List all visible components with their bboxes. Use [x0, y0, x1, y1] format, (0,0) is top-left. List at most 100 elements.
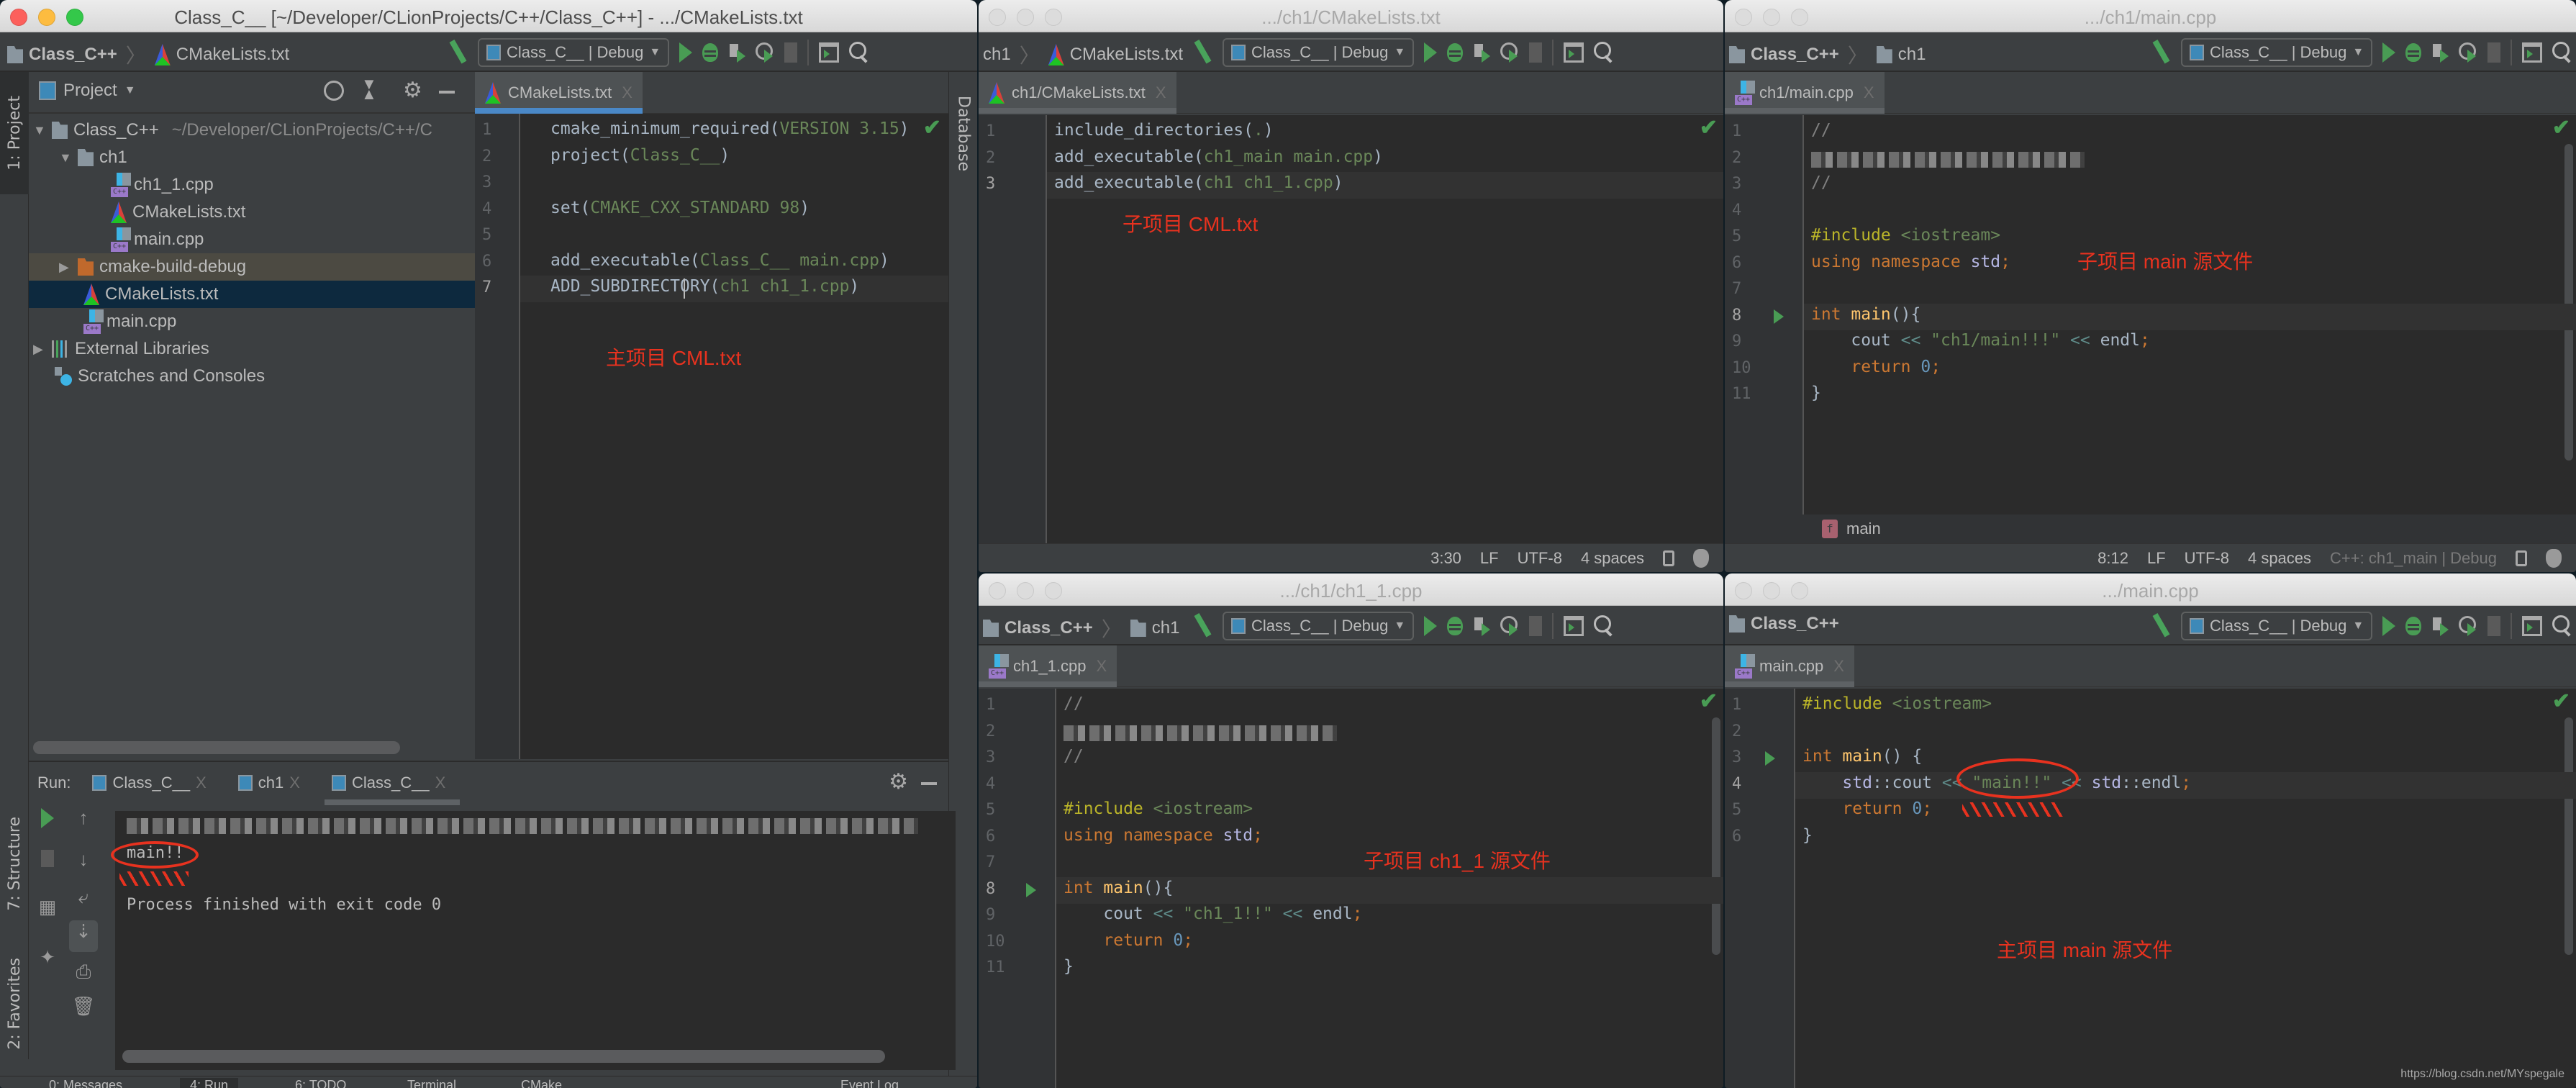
search-icon[interactable]	[2552, 615, 2571, 637]
run-gutter-icon[interactable]	[1026, 882, 1036, 897]
profile-icon[interactable]	[756, 42, 774, 63]
run-gutter-icon[interactable]	[1765, 751, 1775, 766]
gear-icon[interactable]: ⚙	[889, 769, 908, 794]
code-editor[interactable]: ✔ 1 // 2 3 // 4 5 #include <iostream> 6 using name…	[979, 689, 1723, 1088]
close-tab-icon[interactable]: X	[1864, 83, 1874, 102]
stop-icon[interactable]	[1529, 616, 1543, 636]
hide-panel-icon[interactable]	[921, 782, 937, 785]
run-with-coverage-icon[interactable]	[2431, 42, 2449, 63]
debug-bug-icon[interactable]	[2405, 617, 2422, 635]
profile-icon[interactable]	[2459, 42, 2477, 63]
inspector-hat-icon[interactable]	[1693, 548, 1709, 568]
file-encoding[interactable]: UTF-8	[1518, 549, 1562, 568]
tree-item-ch1[interactable]: ▼ ch1	[29, 144, 475, 171]
resolve-context[interactable]: C++: ch1_main | Debug	[2330, 549, 2497, 568]
tree-item-ch1-cmakelists[interactable]: CMakeLists.txt	[29, 199, 475, 226]
caret-position[interactable]: 8:12	[2097, 549, 2128, 568]
search-icon[interactable]	[1594, 615, 1613, 637]
run-config-dropdown[interactable]: Class_C__ | Debug ▼	[2181, 612, 2373, 640]
expand-arrow-icon[interactable]: ▼	[33, 123, 46, 138]
scroll-to-end-icon[interactable]: ⇣	[69, 920, 98, 952]
close-tab-icon[interactable]: X	[1833, 657, 1844, 676]
breadcrumb-item[interactable]: ch1	[1898, 45, 1926, 65]
collapse-all-icon[interactable]: ▼ ▲	[361, 76, 377, 102]
stop-icon[interactable]	[2487, 42, 2501, 63]
file-encoding[interactable]: UTF-8	[2185, 549, 2229, 568]
rerun-icon[interactable]	[33, 808, 62, 828]
close-tab-icon[interactable]: X	[435, 774, 446, 792]
breadcrumb-file[interactable]: CMakeLists.txt	[176, 45, 289, 65]
code-editor[interactable]: ✔ 1 include_directories(.) 2 add_executable(…	[979, 115, 1723, 543]
profile-icon[interactable]	[2459, 616, 2477, 636]
run-with-coverage-icon[interactable]	[2431, 616, 2449, 636]
tree-item-ch1-main-cpp[interactable]: main.cpp	[29, 226, 475, 253]
run-icon[interactable]	[1424, 616, 1438, 636]
pin-tab-icon[interactable]: ✦	[33, 946, 62, 969]
tree-item-cmakelists[interactable]: CMakeLists.txt	[29, 281, 475, 308]
run-config-dropdown[interactable]: Class_C__ | Debug ▼	[2181, 38, 2373, 67]
profile-icon[interactable]	[1500, 616, 1519, 636]
run-config-dropdown[interactable]: Class_C__ | Debug ▼	[1223, 612, 1415, 640]
tree-item-main-cpp[interactable]: main.cpp	[29, 308, 475, 335]
tool-tab-favorites[interactable]: 2: Favorites	[0, 943, 29, 1065]
run-icon[interactable]	[1424, 42, 1438, 63]
run-tab-active[interactable]: Class_C__ X	[324, 774, 461, 805]
breadcrumb-item[interactable]: Class_C++	[1004, 618, 1093, 638]
close-tab-icon[interactable]: X	[1097, 657, 1107, 676]
editor-tab[interactable]: ch1/main.cppX	[1725, 72, 1885, 114]
run-icon[interactable]	[679, 42, 693, 63]
line-separator[interactable]: LF	[2147, 549, 2166, 568]
terminal-icon[interactable]	[1564, 42, 1584, 63]
breadcrumb-item[interactable]: ch1	[1152, 618, 1180, 638]
gear-icon[interactable]: ⚙	[403, 78, 422, 103]
close-tab-icon[interactable]: X	[622, 83, 632, 102]
code-editor[interactable]: ✔ 1 #include <iostream> 2 3 int main() {4 std…	[1725, 689, 2576, 1088]
close-tab-icon[interactable]: X	[1156, 83, 1166, 102]
expand-arrow-icon[interactable]: ▶	[59, 260, 72, 275]
hide-panel-icon[interactable]	[439, 91, 455, 94]
project-view-selector[interactable]: Project ▼	[39, 81, 136, 101]
tool-window-event-log[interactable]: Event Log	[840, 1078, 899, 1088]
stop-icon[interactable]	[33, 850, 62, 867]
stop-icon[interactable]	[2487, 616, 2501, 636]
restore-layout-icon[interactable]: ▦	[33, 896, 62, 918]
search-icon[interactable]	[849, 42, 868, 63]
lock-icon[interactable]	[2516, 550, 2527, 566]
run-config-dropdown[interactable]: Class_C__ | Debug ▼	[478, 38, 670, 67]
tree-item-ch1-1-cpp[interactable]: ch1_1.cpp	[29, 171, 475, 199]
debug-bug-icon[interactable]	[702, 43, 719, 62]
expand-arrow-icon[interactable]: ▶	[33, 342, 46, 357]
run-tab[interactable]: Class_C__ X	[92, 774, 207, 792]
editor-tab[interactable]: ch1_1.cppX	[979, 645, 1117, 687]
expand-arrow-icon[interactable]: ▼	[59, 150, 72, 166]
search-icon[interactable]	[2552, 42, 2571, 63]
build-hammer-icon[interactable]	[1191, 40, 1212, 65]
run-gutter-icon[interactable]	[1774, 309, 1784, 324]
inspector-hat-icon[interactable]	[2546, 548, 2562, 568]
indent-setting[interactable]: 4 spaces	[2248, 549, 2311, 568]
close-tab-icon[interactable]: X	[196, 774, 207, 792]
close-tab-icon[interactable]: X	[289, 774, 300, 792]
tool-window-messages[interactable]: 0: Messages	[49, 1078, 122, 1088]
stop-icon[interactable]	[1529, 42, 1543, 63]
run-with-coverage-icon[interactable]	[1473, 616, 1491, 636]
terminal-icon[interactable]	[819, 42, 840, 63]
tree-item-root[interactable]: ▼ Class_C++ ~/Developer/CLionProjects/C+…	[29, 117, 475, 144]
tree-item-cmake-build-debug[interactable]: ▶ cmake-build-debug	[29, 253, 475, 281]
soft-wrap-icon[interactable]: ⤶	[69, 886, 98, 909]
terminal-icon[interactable]	[2522, 616, 2543, 636]
line-separator[interactable]: LF	[1480, 549, 1499, 568]
terminal-icon[interactable]	[2522, 42, 2543, 63]
vertical-scrollbar[interactable]	[1712, 717, 1720, 955]
debug-bug-icon[interactable]	[2405, 43, 2422, 62]
breadcrumb-item[interactable]: CMakeLists.txt	[1070, 45, 1183, 65]
build-hammer-icon[interactable]	[2149, 613, 2171, 639]
run-with-coverage-icon[interactable]	[728, 42, 746, 63]
run-icon[interactable]	[2382, 616, 2396, 636]
lock-icon[interactable]	[1663, 550, 1674, 566]
profile-icon[interactable]	[1500, 42, 1519, 63]
tool-tab-structure[interactable]: 7: Structure	[0, 792, 29, 935]
terminal-icon[interactable]	[1564, 616, 1584, 636]
nav-function-name[interactable]: main	[1846, 520, 1881, 538]
run-config-dropdown[interactable]: Class_C__ | Debug ▼	[1223, 38, 1415, 67]
